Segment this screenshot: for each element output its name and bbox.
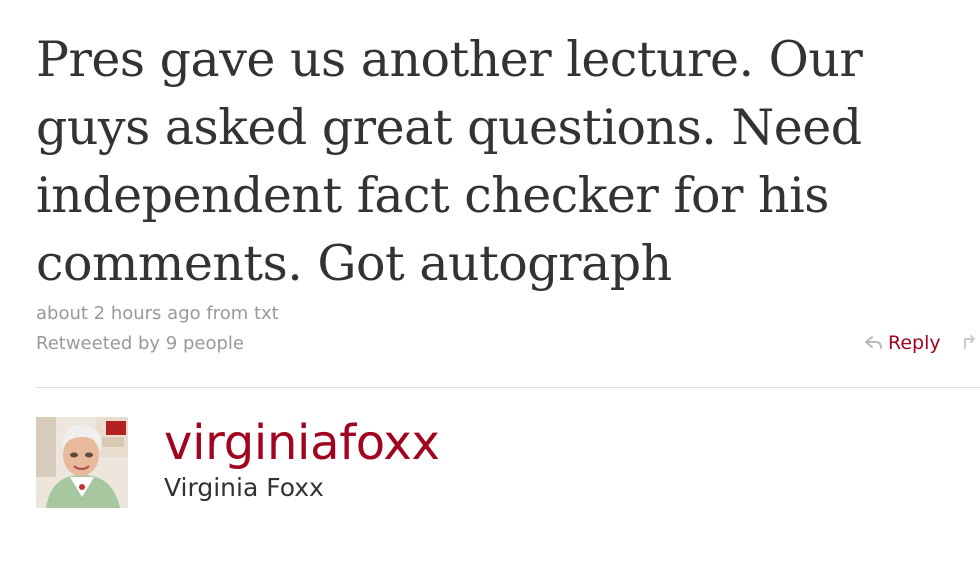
retweet-count[interactable]: Retweeted by 9 people bbox=[36, 333, 244, 355]
tweet-timestamp[interactable]: about 2 hours ago from txt bbox=[36, 303, 279, 325]
reply-label: Reply bbox=[888, 332, 941, 354]
divider bbox=[36, 387, 980, 388]
retweet-icon[interactable] bbox=[960, 334, 980, 356]
author-avatar[interactable] bbox=[36, 417, 128, 508]
author-screen-name[interactable]: virginiafoxx bbox=[164, 415, 440, 471]
reply-button[interactable]: Reply bbox=[864, 332, 941, 354]
tweet-text: Pres gave us another lecture. Our guys a… bbox=[36, 31, 863, 292]
reply-arrow-icon bbox=[864, 334, 884, 352]
author-full-name: Virginia Foxx bbox=[164, 473, 324, 502]
